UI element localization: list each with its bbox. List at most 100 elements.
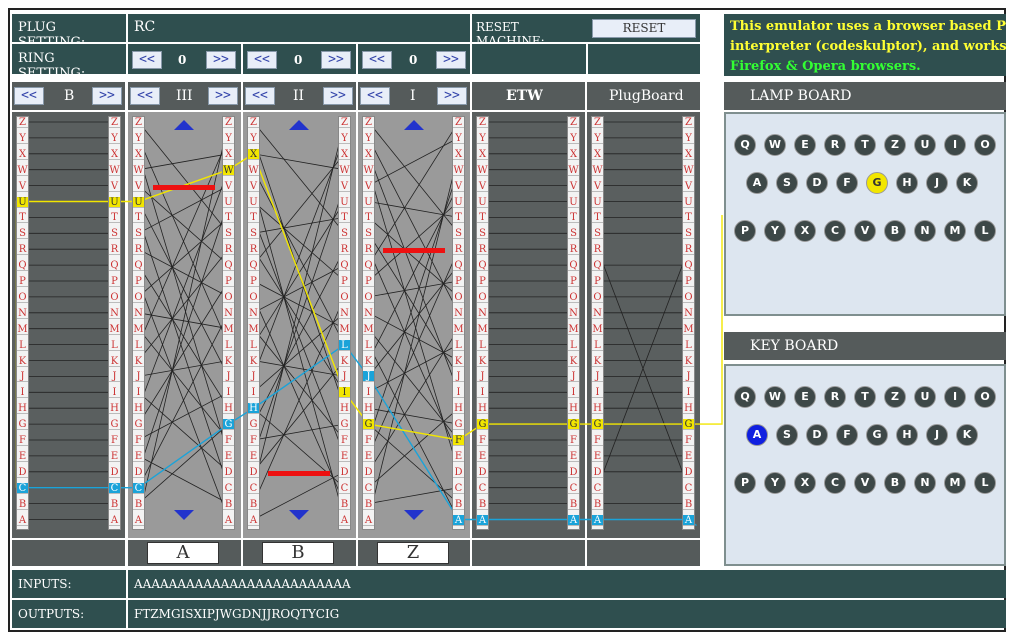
letter-cell: N: [109, 307, 120, 319]
letter-cell: X: [248, 148, 259, 160]
letter-cell: W: [683, 164, 694, 176]
keyboard-key[interactable]: I: [944, 386, 966, 408]
keyboard-key[interactable]: V: [854, 472, 876, 494]
letter-cell: K: [109, 355, 120, 367]
lamp: J: [926, 172, 948, 194]
letter-cell: J: [453, 371, 464, 383]
keyboard-key[interactable]: F: [836, 424, 858, 446]
keyboard-key[interactable]: D: [806, 424, 828, 446]
keyboard-key[interactable]: G: [866, 424, 888, 446]
letter-cell: M: [17, 323, 28, 335]
letter-cell: Z: [223, 117, 234, 128]
letter-cell: E: [133, 450, 144, 462]
lamp: G: [866, 172, 888, 194]
letter-cell: I: [683, 387, 694, 399]
wire: [138, 455, 229, 504]
letter-cell: S: [568, 228, 579, 240]
letter-cell: T: [453, 212, 464, 224]
rotor-right-position[interactable]: Z: [377, 542, 449, 564]
letter-cell: N: [248, 307, 259, 319]
letter-cell: X: [477, 148, 488, 160]
keyboard-key[interactable]: W: [764, 386, 786, 408]
lamp: R: [824, 134, 846, 156]
letter-cell: G: [363, 419, 374, 431]
letter-cell: R: [453, 244, 464, 256]
keyboard-key[interactable]: Z: [884, 386, 906, 408]
letter-cell: T: [592, 212, 603, 224]
letter-cell: C: [133, 482, 144, 494]
letter-cell: S: [248, 228, 259, 240]
wire: [368, 137, 459, 313]
rotor-wiring: [22, 121, 689, 520]
keyboard-key[interactable]: E: [794, 386, 816, 408]
rotor-left-position[interactable]: A: [147, 542, 219, 564]
letter-cell: P: [683, 276, 694, 287]
letter-cell: B: [109, 498, 120, 510]
letter-cell: Z: [339, 117, 350, 128]
letter-cell: I: [568, 387, 579, 399]
keyboard-key[interactable]: K: [956, 424, 978, 446]
keyboard-key[interactable]: H: [896, 424, 918, 446]
keyboard-key[interactable]: P: [734, 472, 756, 494]
letter-cell: O: [568, 291, 579, 303]
keyboard-key[interactable]: A: [746, 424, 768, 446]
outputs-label-cell: OUTPUTS:: [12, 600, 126, 628]
letter-cell: T: [363, 212, 374, 224]
enigma-emulator: PLUG SETTING: RC RESET MACHINE: RESET RI…: [8, 8, 1006, 632]
keyboard-key[interactable]: Q: [734, 386, 756, 408]
keyboard-key[interactable]: O: [974, 386, 996, 408]
wire: [368, 121, 459, 234]
letter-cell: Q: [17, 260, 28, 272]
letter-cell: U: [568, 196, 579, 208]
rotor-left-down-arrow-icon[interactable]: [174, 510, 194, 520]
rotor-left-up-arrow-icon[interactable]: [174, 120, 194, 130]
letter-cell: A: [109, 514, 120, 526]
keyboard-key[interactable]: R: [824, 386, 846, 408]
letter-cell: J: [683, 371, 694, 383]
letter-cell: H: [592, 403, 603, 415]
letter-cell: X: [568, 148, 579, 160]
letter-cell: F: [133, 435, 144, 446]
keyboard-key[interactable]: B: [884, 472, 906, 494]
letter-cell: H: [17, 403, 28, 415]
letter-cell: M: [453, 323, 464, 335]
rotor-right-down-arrow-icon[interactable]: [404, 510, 424, 520]
letter-cell: T: [683, 212, 694, 224]
keyboard-key[interactable]: T: [854, 386, 876, 408]
letter-cell: Q: [248, 260, 259, 272]
letter-cell: W: [592, 164, 603, 176]
keyboard-key[interactable]: C: [824, 472, 846, 494]
letter-cell: F: [223, 435, 234, 446]
letter-cell: P: [223, 276, 234, 287]
keyboard-key[interactable]: U: [914, 386, 936, 408]
keyboard-key[interactable]: S: [776, 424, 798, 446]
rotor-right-up-arrow-icon[interactable]: [404, 120, 424, 130]
keyboard-key[interactable]: N: [914, 472, 936, 494]
plugboard-footer: [587, 540, 700, 566]
keyboard-key[interactable]: L: [974, 472, 996, 494]
keyboard-key[interactable]: Y: [764, 472, 786, 494]
wire: [138, 423, 229, 504]
rotor-middle-down-arrow-icon[interactable]: [289, 510, 309, 520]
rotor-middle-position[interactable]: B: [262, 542, 334, 564]
keyboard-key[interactable]: M: [944, 472, 966, 494]
letter-cell: Z: [133, 117, 144, 128]
key-board: QWERTZUIO ASDFGHJK PYXCVBNML: [724, 364, 1006, 566]
lamp: E: [794, 134, 816, 156]
letter-cell: R: [568, 244, 579, 256]
wire: [138, 328, 229, 441]
keyboard-key[interactable]: J: [926, 424, 948, 446]
letter-cell: X: [223, 148, 234, 160]
lamp: Q: [734, 134, 756, 156]
letter-cell: D: [592, 466, 603, 478]
letter-cell: N: [17, 307, 28, 319]
letter-cell: E: [339, 450, 350, 462]
letter-cell: C: [109, 482, 120, 494]
rotor-middle-up-arrow-icon[interactable]: [289, 120, 309, 130]
letter-cell: Y: [453, 133, 464, 144]
keyboard-key[interactable]: X: [794, 472, 816, 494]
wire: [368, 217, 459, 298]
wire: [253, 312, 345, 393]
letter-cell: R: [363, 244, 374, 256]
letter-cell: U: [248, 196, 259, 208]
